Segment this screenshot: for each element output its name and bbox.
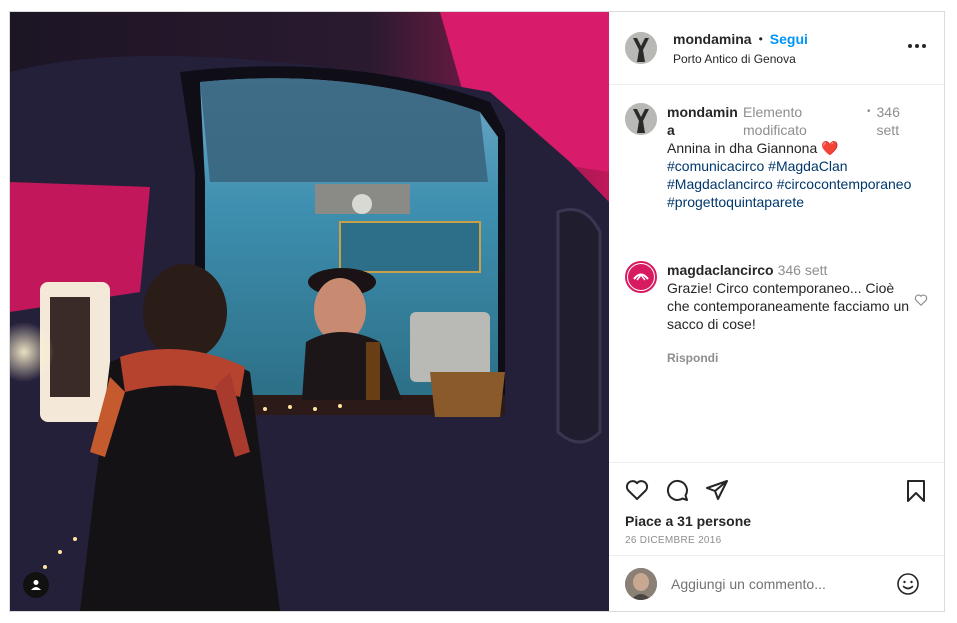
hashtags-line-3[interactable]: #progettoquintaparete xyxy=(667,193,911,211)
reply-button[interactable]: Rispondi xyxy=(667,349,917,367)
post-photo[interactable] xyxy=(10,12,609,611)
emoji-button[interactable] xyxy=(896,572,920,601)
hashtags-line-2[interactable]: #Magdaclancirco #circocontemporaneo xyxy=(667,175,911,193)
header-separator: • xyxy=(758,31,763,46)
smiley-icon xyxy=(897,573,919,595)
post-header: mondamina • Segui Porto Antico di Genova xyxy=(609,12,944,85)
heart-icon xyxy=(625,480,649,500)
bookmark-icon xyxy=(907,480,925,502)
likes-count[interactable]: Piace a 31 persone xyxy=(625,513,928,529)
comments-section: mondamin a Elemento modificato • 346 set… xyxy=(609,85,944,462)
post-sidebar: mondamina • Segui Porto Antico di Genova xyxy=(609,12,944,611)
comment-item: magdaclancirco 346 sett Grazie! Circo con… xyxy=(625,261,928,367)
add-comment-input[interactable] xyxy=(671,575,871,592)
current-user-avatar xyxy=(625,567,657,600)
caption-username[interactable]: mondamin a xyxy=(667,103,741,139)
hashtags-line-1[interactable]: #comunicacirco #MagdaClan xyxy=(667,157,911,175)
add-comment-bar xyxy=(609,555,944,611)
follow-button[interactable]: Segui xyxy=(770,31,808,47)
caption: mondamin a Elemento modificato • 346 set… xyxy=(625,103,928,211)
location-link[interactable]: Porto Antico di Genova xyxy=(673,52,808,66)
author-avatar-image xyxy=(625,32,657,64)
more-options-icon[interactable] xyxy=(908,44,926,48)
comment-text: Grazie! Circo contemporaneo... Cioè che … xyxy=(667,280,910,332)
current-user-avatar-image xyxy=(625,567,657,600)
post-container: mondamina • Segui Porto Antico di Genova xyxy=(9,11,945,612)
post-date: 26 DICEMBRE 2016 xyxy=(625,535,722,546)
comment-button[interactable] xyxy=(665,478,689,502)
commenter-avatar[interactable] xyxy=(625,261,657,293)
caption-text: Annina in dha Giannona ❤️ xyxy=(667,140,839,156)
caption-avatar-image xyxy=(625,103,657,135)
share-button[interactable] xyxy=(705,478,729,502)
commenter-avatar-image xyxy=(628,264,654,290)
heart-outline-icon xyxy=(914,294,928,306)
post-photo-image xyxy=(10,12,609,611)
author-username[interactable]: mondamina xyxy=(673,31,752,47)
send-icon xyxy=(706,480,728,500)
caption-edited-label: Elemento modificato xyxy=(743,104,807,138)
like-button[interactable] xyxy=(625,478,649,502)
commenter-username[interactable]: magdaclancirco xyxy=(667,262,774,278)
caption-timestamp[interactable]: 346 sett xyxy=(877,103,911,139)
comment-like-icon[interactable] xyxy=(914,293,928,312)
author-avatar[interactable] xyxy=(625,32,657,64)
comment-timestamp[interactable]: 346 sett xyxy=(778,262,828,278)
comment-icon xyxy=(666,479,688,501)
post-actions: Piace a 31 persone 26 DICEMBRE 2016 xyxy=(609,462,944,555)
caption-separator: • xyxy=(867,106,871,117)
save-button[interactable] xyxy=(906,479,926,508)
caption-avatar[interactable] xyxy=(625,103,657,135)
tagged-user-button[interactable] xyxy=(23,572,49,598)
user-icon xyxy=(31,580,41,590)
